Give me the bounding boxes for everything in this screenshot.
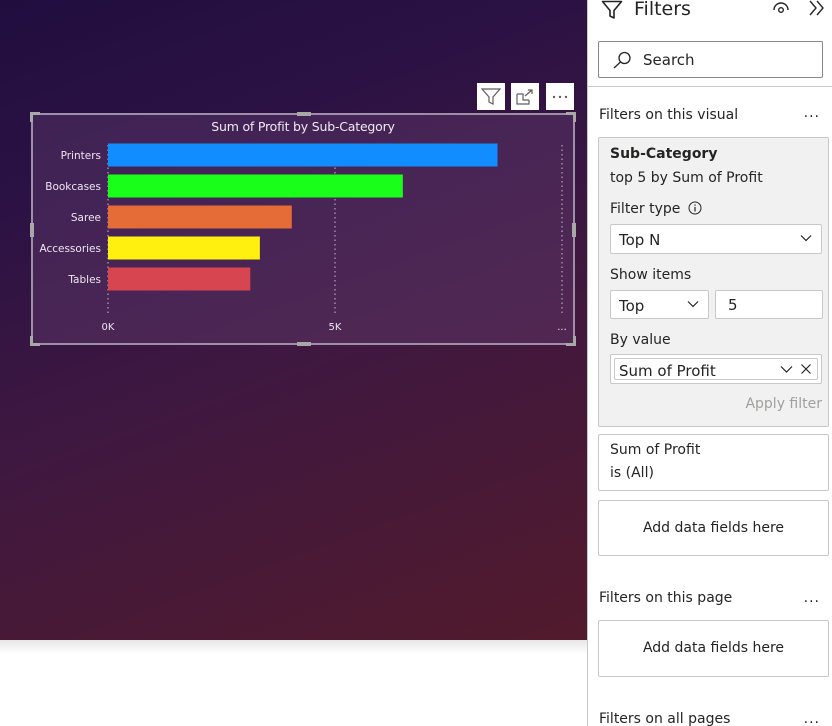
resize-handle-top-right[interactable] [566, 112, 576, 122]
filters-on-all-pages-heading: Filters on all pages [599, 711, 731, 726]
filters-on-visual-more[interactable]: ... [804, 105, 820, 121]
filters-on-page-more[interactable]: ... [804, 590, 820, 606]
remove-field-close-icon[interactable] [800, 363, 812, 375]
more-options-icon [552, 95, 568, 98]
bar-chart-visual[interactable]: Sum of Profit by Sub-Category 0K 5K... Pri… [30, 112, 576, 346]
visual-filter-button[interactable] [477, 83, 505, 110]
bar-tables[interactable] [108, 267, 251, 291]
category-label: Bookcases [45, 181, 101, 193]
by-value-field-pill[interactable]: Sum of Profit [614, 358, 818, 380]
resize-handle-top[interactable] [297, 112, 311, 116]
filters-pane-title: Filters [634, 0, 691, 20]
filter-search-input[interactable] [643, 49, 813, 71]
filters-on-visual-heading: Filters on this visual [599, 107, 739, 123]
filters-on-all-pages-more[interactable]: ... [804, 711, 820, 726]
canvas-bottom-shadow [0, 640, 587, 654]
filter-search-box[interactable] [598, 41, 823, 78]
bar-accessories[interactable] [108, 236, 260, 260]
show-items-direction-dropdown[interactable]: Top [610, 290, 709, 319]
filter-card-sub-category[interactable]: Sub-Category top 5 by Sum of Profit Filt… [598, 137, 829, 427]
bar-chart: 0K 5K ... Printers Bookcases Saree Accessories… [39, 143, 567, 333]
by-value-field-well[interactable]: Sum of Profit [610, 354, 822, 384]
resize-handle-left[interactable] [30, 223, 34, 237]
info-icon[interactable] [688, 201, 702, 215]
chevron-down-icon[interactable] [780, 365, 793, 374]
visual-filters-drop-zone[interactable]: Add data fields here [598, 500, 829, 556]
x-tick-label: 5K [329, 322, 342, 333]
by-value-label: By value [610, 332, 671, 348]
filter-type-label-text: Filter type [610, 201, 681, 217]
resize-handle-bottom-right[interactable] [566, 336, 576, 346]
chevron-down-icon [800, 235, 812, 242]
pane-divider [588, 86, 832, 87]
x-tick-label: 0K [102, 322, 115, 333]
filter-field-name: Sub-Category [610, 146, 718, 162]
bar-saree[interactable] [108, 205, 292, 229]
resize-handle-top-left[interactable] [30, 112, 40, 122]
filter-type-label: Filter type [610, 201, 702, 217]
resize-handle-bottom-left[interactable] [30, 336, 40, 346]
filter-summary: top 5 by Sum of Profit [610, 170, 763, 186]
page-filters-drop-zone[interactable]: Add data fields here [598, 620, 829, 677]
bar-printers[interactable] [108, 143, 498, 167]
filter-field-name: Sum of Profit [610, 442, 701, 458]
filter-type-dropdown[interactable]: Top N [610, 224, 822, 254]
filter-icon [601, 0, 623, 19]
visibility-eye-icon[interactable] [772, 1, 790, 15]
category-label: Printers [61, 150, 101, 162]
report-view: Sum of Profit by Sub-Category 0K 5K... Pri… [0, 0, 832, 726]
search-icon [613, 51, 631, 69]
x-tick-label: ... [557, 322, 567, 333]
filters-pane: Filters Filters on this visual ... Sub-C… [587, 0, 832, 726]
filter-card-sum-of-profit[interactable]: Sum of Profit is (All) [598, 434, 829, 491]
category-label: Tables [67, 274, 101, 286]
category-label: Saree [71, 212, 101, 224]
focus-mode-button[interactable] [511, 83, 539, 110]
bar-bookcases[interactable] [108, 174, 403, 198]
focus-mode-icon [516, 88, 533, 105]
resize-handle-right[interactable] [572, 223, 576, 237]
filters-on-page-heading: Filters on this page [599, 590, 733, 606]
apply-filter-button[interactable]: Apply filter [745, 396, 822, 412]
chevron-down-icon [687, 301, 699, 308]
by-value-field-name: Sum of Profit [619, 362, 716, 380]
show-items-direction-value: Top [619, 297, 645, 315]
collapse-pane-chevron-icon[interactable] [808, 0, 826, 16]
show-items-count-input[interactable] [715, 290, 823, 319]
show-items-label: Show items [610, 267, 692, 283]
filter-icon [481, 87, 501, 105]
more-options-button[interactable] [546, 83, 574, 110]
resize-handle-bottom[interactable] [297, 342, 311, 346]
filter-summary: is (All) [610, 465, 654, 481]
filter-type-value: Top N [619, 231, 661, 249]
category-label: Accessories [39, 243, 101, 255]
